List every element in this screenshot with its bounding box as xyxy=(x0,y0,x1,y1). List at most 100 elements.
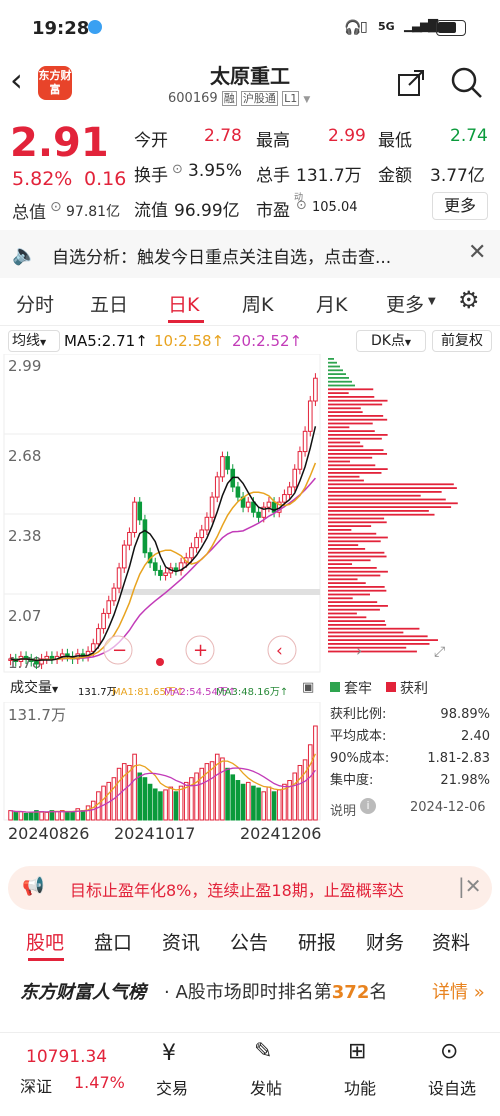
ma-dropdown[interactable]: 均线▼ xyxy=(8,330,60,352)
total-cap: 97.81亿 xyxy=(66,204,121,220)
chevron-right-icon[interactable]: › xyxy=(356,641,362,660)
volume-bar xyxy=(178,785,184,821)
chip-bar xyxy=(328,361,337,364)
tab-finance[interactable]: 财务 xyxy=(366,928,404,955)
chip-bar xyxy=(328,483,454,486)
volume-bar xyxy=(307,744,313,821)
chip-stat-label: 平均成本: xyxy=(330,729,387,744)
info-icon[interactable]: i xyxy=(360,798,376,814)
chevron-down-icon[interactable]: ▼ xyxy=(303,95,310,105)
chip-bar xyxy=(328,384,355,387)
ma20-value: 20:2.52↑ xyxy=(232,332,303,350)
candle xyxy=(142,519,148,554)
volume-settings-icon[interactable]: ▣ xyxy=(302,680,314,695)
chip-stat-value: 21.98% xyxy=(440,773,490,788)
chip-bar xyxy=(328,358,334,360)
chip-bar xyxy=(328,403,383,406)
dk-button[interactable]: DK点▼ xyxy=(356,330,426,352)
float-cap-value: 96.99亿 xyxy=(174,201,240,221)
support-band xyxy=(120,589,320,595)
close-icon[interactable]: |✕ xyxy=(458,874,482,898)
chip-bar xyxy=(328,411,363,413)
volume-bar xyxy=(54,811,60,821)
info-icon[interactable]: ⊙ xyxy=(296,198,307,213)
index-change[interactable]: 1.47% xyxy=(74,1073,125,1092)
info-icon[interactable]: ⊙ xyxy=(50,199,62,215)
close-icon[interactable]: ✕ xyxy=(468,240,486,265)
adjust-button[interactable]: 前复权 xyxy=(432,330,492,352)
volume-bar xyxy=(297,764,303,821)
price-tick: 2.07 xyxy=(8,607,41,625)
more-button[interactable]: 更多 xyxy=(432,192,488,220)
tab-weekly-k[interactable]: 周K xyxy=(242,290,273,317)
tab-more[interactable]: 更多 xyxy=(386,290,424,317)
legend-profit-swatch xyxy=(386,682,396,692)
tab-indicator xyxy=(168,320,204,323)
chip-bar xyxy=(328,407,361,410)
trade-icon[interactable]: ¥ xyxy=(162,1041,176,1066)
bottom-dock: 10791.34 深证 1.47% ¥ 交易 ✎ 发帖 ⊞ 功能 ⊙ 设自选 xyxy=(0,1032,500,1116)
rank-link[interactable]: 详情 » xyxy=(432,978,485,1004)
index-value[interactable]: 10791.34 xyxy=(26,1047,107,1067)
volume-bar xyxy=(235,780,241,821)
grid-icon[interactable]: ⊞ xyxy=(348,1039,366,1064)
amount-value: 3.77亿 xyxy=(430,166,485,186)
dock-add-watchlist[interactable]: 设自选 xyxy=(428,1075,476,1099)
volume-bar xyxy=(23,812,29,821)
chip-bar xyxy=(328,453,388,455)
tab-research[interactable]: 研报 xyxy=(298,928,336,955)
kline-plot[interactable]: 2.99 2.68 2.38 2.07 1.78 − + ‹ xyxy=(0,354,324,674)
candle xyxy=(214,476,220,498)
promo-banner[interactable]: 📢 目标止盈年化8%，连续止盈18期，止盈概率达 |✕ xyxy=(8,866,492,910)
chip-bar xyxy=(328,479,364,482)
chip-note-label[interactable]: 说明 xyxy=(330,800,356,819)
chip-bar xyxy=(328,620,385,622)
search-icon[interactable] xyxy=(450,66,484,100)
chip-bar xyxy=(328,586,385,588)
tab-announcements[interactable]: 公告 xyxy=(230,928,268,955)
vol-ma3: MA3:48.16万↑ xyxy=(216,687,289,698)
chip-bar xyxy=(328,597,353,600)
chip-bar xyxy=(328,365,340,368)
tab-intraday[interactable]: 分时 xyxy=(16,290,54,317)
tab-profile[interactable]: 资料 xyxy=(432,928,470,955)
dk-label: DK点 xyxy=(370,333,405,349)
tab-monthly-k[interactable]: 月K xyxy=(316,290,347,317)
tab-news[interactable]: 资讯 xyxy=(162,928,200,955)
chip-bar xyxy=(328,635,428,638)
analysis-banner[interactable]: 🔈 自选分析：触发今日重点关注自选，点击查... ✕ xyxy=(0,230,500,278)
volume-bar xyxy=(225,767,230,821)
share-icon[interactable] xyxy=(396,68,426,98)
volume-dropdown[interactable]: 成交量▼ xyxy=(8,678,74,700)
volume-bar xyxy=(101,785,106,821)
popularity-rank[interactable]: 东方财富人气榜 · A股市场即时排名第372名 详情 » xyxy=(0,964,500,1016)
volume-label: 总手 xyxy=(256,166,290,186)
tab-five-day[interactable]: 五日 xyxy=(90,290,128,317)
tab-forum[interactable]: 股吧 xyxy=(26,928,64,955)
chip-bar xyxy=(328,616,367,619)
dock-trade[interactable]: 交易 xyxy=(156,1075,188,1099)
chevron-down-icon[interactable]: ▼ xyxy=(428,296,436,307)
tab-orderbook[interactable]: 盘口 xyxy=(94,928,132,955)
post-icon[interactable]: ✎ xyxy=(254,1039,272,1064)
tab-daily-k[interactable]: 日K xyxy=(168,290,199,317)
info-icon[interactable]: ⊙ xyxy=(172,162,183,177)
volume-plot: 131.7万 xyxy=(3,702,321,821)
chip-bar xyxy=(328,472,382,474)
candle xyxy=(59,653,65,657)
dock-post[interactable]: 发帖 xyxy=(250,1075,282,1099)
chip-bar xyxy=(328,475,360,478)
candle xyxy=(158,569,163,576)
chip-bar xyxy=(328,369,343,372)
quote-panel: 2.91 5.82% 0.16 总值 ⊙ 97.81亿 今开 2.78 最高 2… xyxy=(0,112,500,228)
change-value: 0.16 xyxy=(84,168,127,190)
index-name[interactable]: 深证 xyxy=(20,1073,52,1097)
expand-icon[interactable]: ⤢ xyxy=(434,644,445,660)
settings-gear-icon[interactable]: ⚙ xyxy=(458,286,480,314)
battery-icon xyxy=(436,20,466,36)
dock-function[interactable]: 功能 xyxy=(344,1075,376,1099)
volume-bar xyxy=(240,783,246,821)
zoom-out-icon: − xyxy=(112,640,127,661)
chip-bar xyxy=(328,624,387,626)
more-dots-icon[interactable]: ⊙ xyxy=(440,1039,458,1064)
